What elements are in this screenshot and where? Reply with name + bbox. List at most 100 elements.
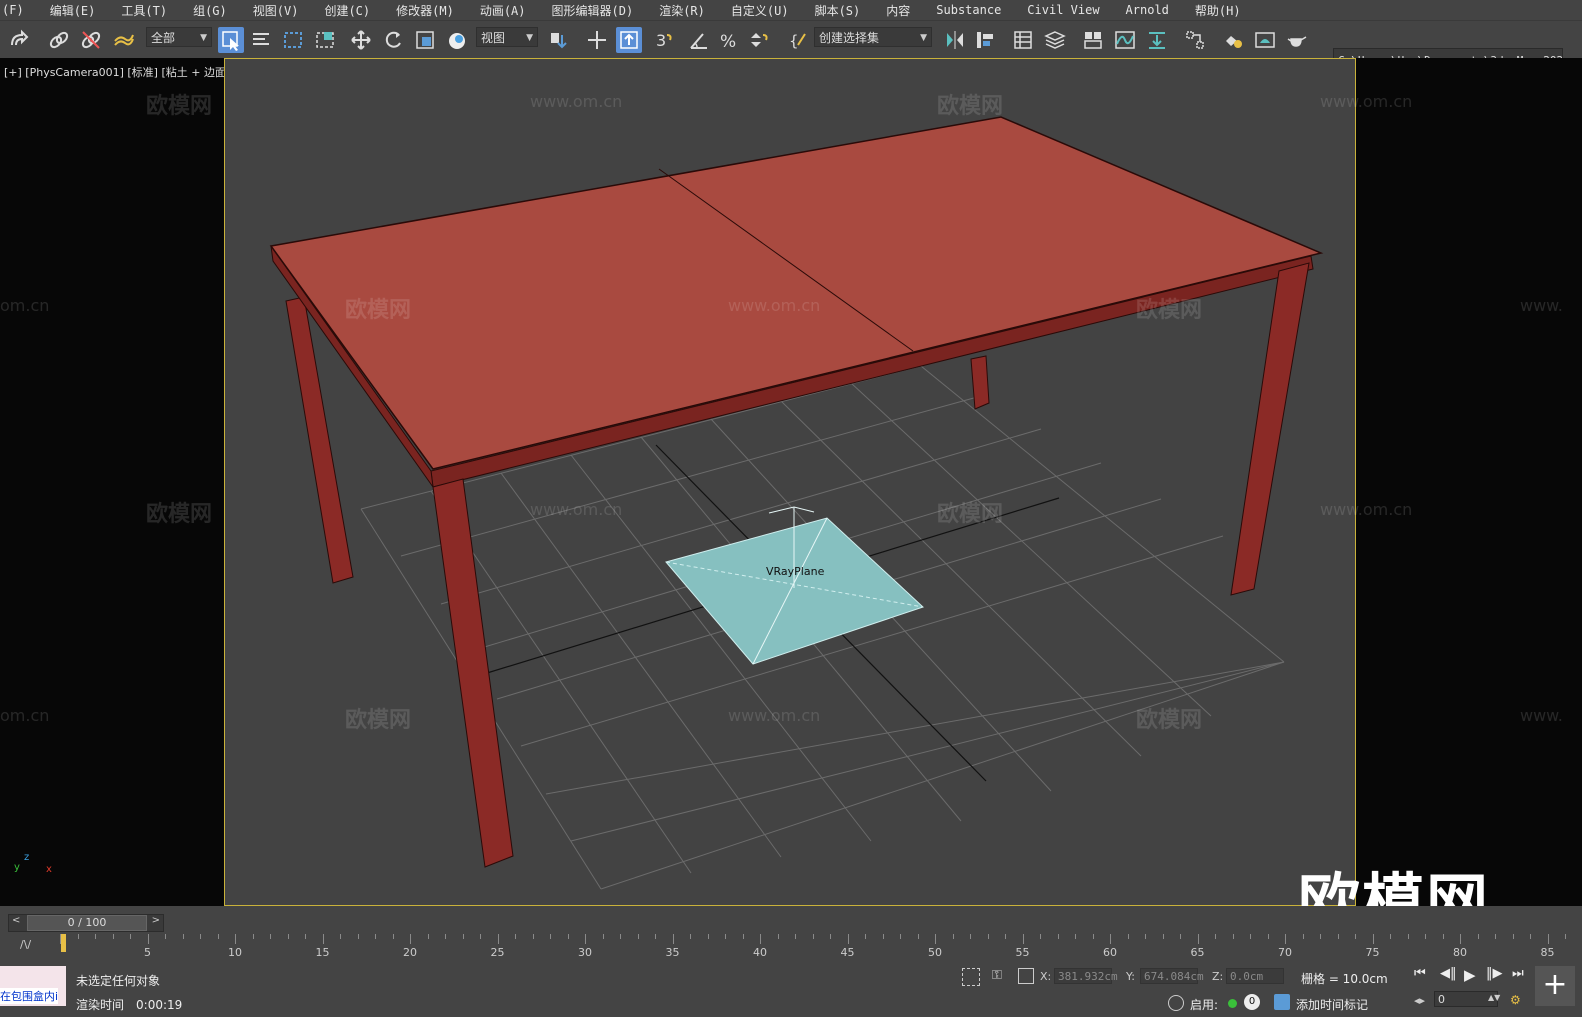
axis-y-label: y <box>14 862 20 873</box>
selection-filter-dropdown[interactable]: 全部 ▼ <box>146 27 212 47</box>
curve-editor-button[interactable] <box>1112 27 1138 53</box>
percent-snap-button[interactable]: % <box>716 27 742 53</box>
menu-edit[interactable]: 编辑(E) <box>38 2 110 19</box>
z-coord-label: Z: <box>1212 970 1224 983</box>
menu-help[interactable]: 帮助(H) <box>1183 2 1255 19</box>
spinner-snap-button[interactable] <box>746 27 772 53</box>
svg-text:3: 3 <box>656 31 666 50</box>
edit-named-selection-button[interactable]: { <box>786 27 812 53</box>
maxscript-listener[interactable]: 在包围盒内i <box>0 966 66 1006</box>
window-crossing-button[interactable] <box>312 27 338 53</box>
menu-customize[interactable]: 自定义(U) <box>719 2 803 19</box>
adaptive-degradation-icon[interactable] <box>1168 995 1184 1011</box>
menu-substance[interactable]: Substance <box>924 3 1015 17</box>
render-production-button[interactable] <box>1284 27 1310 53</box>
ruler-tick <box>620 934 621 939</box>
menu-animation[interactable]: 动画(A) <box>468 2 540 19</box>
time-slider-thumb[interactable]: 0 / 100 <box>27 915 147 931</box>
key-count-badge[interactable]: 0 <box>1244 994 1260 1010</box>
menu-arnold[interactable]: Arnold <box>1114 3 1183 17</box>
scale-button[interactable] <box>412 27 438 53</box>
z-coord-field[interactable]: 0.0cm <box>1226 968 1284 984</box>
go-to-start-icon[interactable]: ⏮ <box>1414 966 1426 981</box>
isolate-selection-icon[interactable] <box>962 968 980 986</box>
menu-tools[interactable]: 工具(T) <box>109 2 181 19</box>
absolute-mode-icon[interactable] <box>1018 968 1034 984</box>
viewport-label[interactable]: [+] [PhysCamera001] [标准] [粘土 + 边面] <box>4 64 230 80</box>
align-button[interactable] <box>972 27 998 53</box>
rectangular-selection-button[interactable] <box>280 27 306 53</box>
select-object-button[interactable] <box>218 27 244 53</box>
snaps-toggle-button[interactable]: 3 <box>652 27 678 53</box>
add-button[interactable]: + <box>1535 966 1575 1006</box>
go-to-end-icon[interactable]: ⏭ <box>1512 966 1524 981</box>
next-frame-icon[interactable]: ‖▶ <box>1486 966 1503 981</box>
reference-coordinate-dropdown[interactable]: 视图 ▼ <box>476 27 538 47</box>
link-button[interactable] <box>46 27 72 53</box>
ruler-tick <box>305 934 306 939</box>
left-viewport-letterbox <box>0 58 224 906</box>
rendered-frame-window-button[interactable] <box>1252 27 1278 53</box>
frame-spinner-icon[interactable]: ◂▸ <box>1414 994 1425 1007</box>
pivot-center-button[interactable] <box>546 27 572 53</box>
ruler-tick <box>1162 934 1164 939</box>
add-time-tag[interactable]: 添加时间标记 <box>1296 996 1368 1013</box>
ruler-tick <box>1197 934 1199 944</box>
y-coord-field[interactable]: 674.084cm <box>1140 968 1204 984</box>
mirror-button[interactable] <box>942 27 968 53</box>
menu-rendering[interactable]: 渲染(R) <box>647 2 719 19</box>
menu-file[interactable]: (F) <box>0 3 38 17</box>
menu-group[interactable]: 组(G) <box>181 2 241 19</box>
lock-icon[interactable]: ⚿ <box>992 968 1002 983</box>
svg-text:%: % <box>720 32 736 51</box>
menu-graph-editors[interactable]: 图形编辑器(D) <box>540 2 648 19</box>
play-icon[interactable]: ▶ <box>1464 966 1476 984</box>
menu-scripting[interactable]: 脚本(S) <box>803 2 875 19</box>
named-selection-set-dropdown[interactable]: 创建选择集 ▼ <box>814 27 932 47</box>
rect-selection-icon <box>284 32 302 48</box>
time-ruler[interactable]: 5 10 15 20 25 30 35 40 45 50 55 60 65 70 75 80 85 <box>60 934 1582 960</box>
ruler-tick <box>1425 934 1426 939</box>
redo-button[interactable] <box>6 27 32 53</box>
time-tag-icon[interactable] <box>1274 994 1290 1010</box>
select-manipulate-button[interactable] <box>584 27 610 53</box>
move-icon <box>351 30 371 50</box>
material-editor-button[interactable] <box>1182 27 1208 53</box>
spinner-arrows-icon[interactable]: ▲▼ <box>1488 993 1500 1002</box>
menu-content[interactable]: 内容 <box>874 2 924 19</box>
x-coord-field[interactable]: 381.932cm <box>1054 968 1118 984</box>
ruler-tick <box>987 934 989 939</box>
time-cursor[interactable] <box>61 934 66 952</box>
ruler-tick <box>1390 934 1391 939</box>
chevron-left-icon[interactable]: < <box>12 915 20 926</box>
rotate-button[interactable] <box>380 27 406 53</box>
perspective-viewport[interactable]: VRayPlane <box>224 58 1356 906</box>
time-slider[interactable]: < 0 / 100 > <box>8 914 164 932</box>
schematic-view-button[interactable] <box>1144 27 1170 53</box>
time-config-icon[interactable]: ⚙ <box>1510 993 1521 1007</box>
axis-z-label: z <box>24 852 30 863</box>
keyboard-shortcut-override-button[interactable] <box>616 27 642 53</box>
chevron-right-icon[interactable]: > <box>152 915 160 926</box>
move-button[interactable] <box>348 27 374 53</box>
toggle-ribbon-button[interactable] <box>1080 27 1106 53</box>
ruler-label: 35 <box>665 946 680 959</box>
menu-modifiers[interactable]: 修改器(M) <box>384 2 468 19</box>
placement-button[interactable] <box>444 27 470 53</box>
previous-frame-icon[interactable]: ◀‖ <box>1440 966 1457 981</box>
layer-explorer-button[interactable] <box>1042 27 1068 53</box>
ruler-tick <box>182 934 184 939</box>
unlink-button[interactable] <box>78 27 104 53</box>
ruler-label: 45 <box>840 946 855 959</box>
ruler-label: 70 <box>1278 946 1292 959</box>
select-by-name-button[interactable] <box>248 27 274 53</box>
curve-editor-mini-icon[interactable]: /\/ <box>20 938 31 951</box>
menu-views[interactable]: 视图(V) <box>241 2 313 19</box>
scene-explorer-button[interactable] <box>1010 27 1036 53</box>
ruler-label: 10 <box>228 946 242 959</box>
menu-create[interactable]: 创建(C) <box>312 2 384 19</box>
bind-spacewarp-button[interactable] <box>110 27 136 53</box>
angle-snap-button[interactable] <box>686 27 712 53</box>
menu-civil-view[interactable]: Civil View <box>1015 3 1113 17</box>
render-setup-button[interactable] <box>1220 27 1246 53</box>
